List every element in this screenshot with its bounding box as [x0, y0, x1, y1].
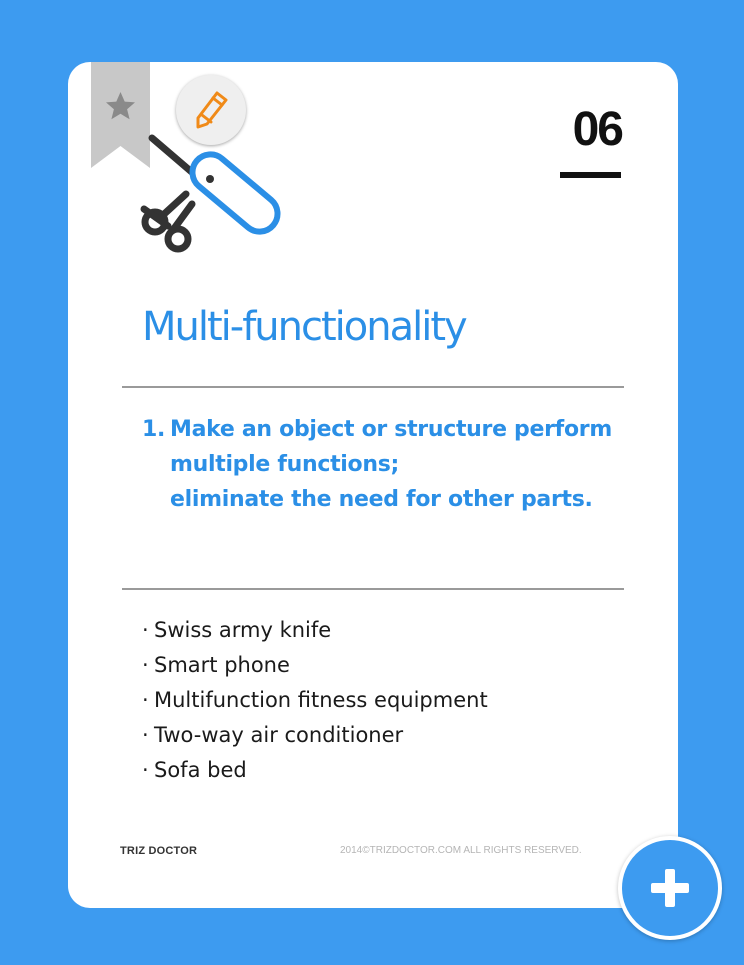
principle-line: eliminate the need for other parts.	[170, 487, 593, 512]
card-number: 06	[572, 103, 624, 156]
example-item: · Swiss army knife	[142, 618, 332, 642]
principle-number: 1.	[142, 417, 166, 442]
principle-title: Multi-functionality	[142, 304, 468, 350]
add-button[interactable]	[618, 836, 722, 940]
scissors-knife-icon	[140, 134, 281, 253]
example-text: Smart phone	[154, 653, 290, 677]
divider-top	[122, 386, 624, 388]
plus-icon	[651, 869, 689, 907]
brand-label: TRIZ DOCTOR	[120, 845, 198, 857]
copyright-text: 2014©TRIZDOCTOR.COM ALL RIGHTS RESERVED.	[340, 845, 582, 856]
scissors-knife-illustration	[138, 124, 288, 254]
example-item: · Multifunction fitness equipment	[142, 688, 488, 712]
card-number-underline	[560, 172, 621, 178]
examples-list: · Swiss army knife · Smart phone · Multifun…	[142, 613, 488, 788]
divider-bottom	[122, 588, 624, 590]
example-item: · Sofa bed	[142, 758, 247, 782]
example-text: Two-way air conditioner	[154, 723, 404, 747]
example-text: Multifunction fitness equipment	[154, 688, 488, 712]
example-item: · Smart phone	[142, 653, 290, 677]
example-item: · Two-way air conditioner	[142, 723, 404, 747]
example-text: Swiss army knife	[154, 618, 332, 642]
principle-line: multiple functions;	[170, 452, 400, 477]
principle-statement: 1. Make an object or structure perform m…	[142, 412, 612, 517]
principle-card: 06 Multi-functionality 1. Make an object…	[68, 62, 678, 908]
principle-line: Make an object or structure perform	[170, 417, 612, 442]
example-text: Sofa bed	[154, 758, 247, 782]
